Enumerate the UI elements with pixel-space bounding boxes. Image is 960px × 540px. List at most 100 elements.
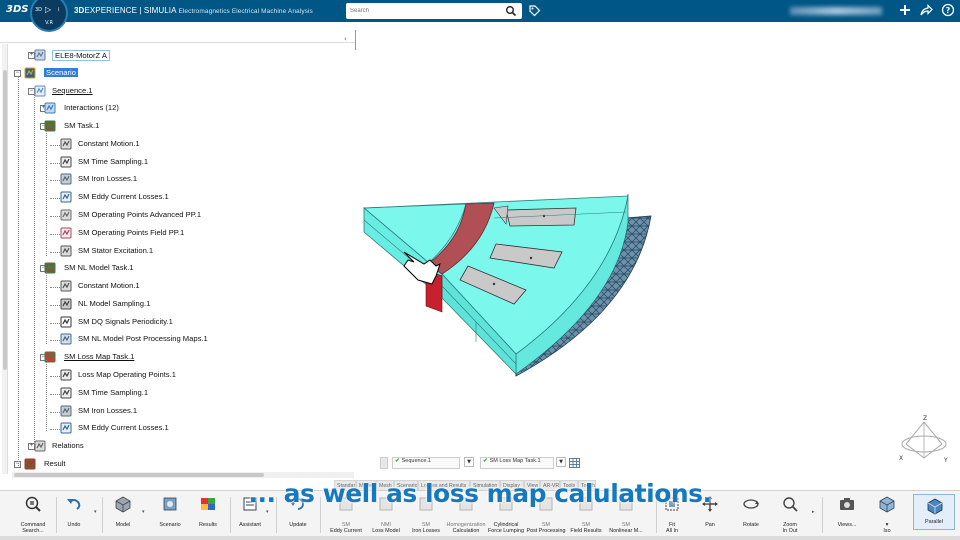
tree-node[interactable]: Constant Motion.1	[10, 138, 350, 152]
tree-node[interactable]: − Sequence.1	[10, 85, 350, 99]
share-icon[interactable]	[919, 3, 933, 17]
tree-node-label: SM Loss Map Task.1	[64, 352, 135, 362]
3d-viewport[interactable]	[356, 22, 960, 490]
tree-node[interactable]: SM DQ Signals Periodicity.1	[10, 316, 350, 330]
check-icon: ✔	[483, 458, 488, 464]
tree-node[interactable]: − SM Task.1	[10, 120, 350, 134]
svg-text:?: ?	[946, 6, 951, 15]
compass-widget[interactable]: 3D ▷ i V.R	[30, 0, 68, 32]
compass-y-label: Y	[943, 457, 948, 464]
view-compass-icon[interactable]: Z X Y	[894, 412, 954, 468]
tree-node[interactable]: Constant Motion.1	[10, 280, 350, 294]
tree-node-label: Scenario	[44, 67, 78, 77]
tree-node[interactable]: SM Eddy Current Losses.1	[10, 422, 350, 436]
tree-node[interactable]: SM Operating Points Advanced PP.1	[10, 209, 350, 223]
analysis-tool-label-2: Eddy Current	[330, 528, 362, 534]
compass-x-label: X	[899, 455, 903, 462]
search-box[interactable]	[346, 3, 522, 19]
tree-node[interactable]: − Result	[10, 458, 350, 472]
tree-node[interactable]: − Scenario	[10, 67, 350, 81]
user-name-blurred	[790, 7, 882, 15]
tree-vertical-scroll-thumb[interactable]	[3, 70, 7, 370]
tree-node-label: SM Task.1	[64, 121, 100, 131]
title-sep: |	[137, 6, 144, 15]
analysis-tool-label-2: Field Results	[570, 528, 602, 534]
rotate-label: Rotate	[743, 522, 759, 528]
tree-node[interactable]: SM Iron Losses.1	[10, 173, 350, 187]
title-prefix: 3D	[74, 6, 85, 15]
tree-node-label: SM Iron Losses.1	[78, 405, 138, 415]
analysis-tool-label-2: Post Processing	[526, 528, 566, 534]
tree-node[interactable]: − SM Loss Map Task.1	[10, 351, 350, 365]
motion-icon	[60, 280, 72, 292]
operating-points-icon	[60, 209, 72, 221]
title-experience: EXPERIENCE	[84, 6, 138, 15]
compass-3d-label: 3D	[35, 7, 43, 13]
collapse-panel-icon[interactable]: ‹	[344, 35, 347, 43]
motion-icon	[60, 138, 72, 150]
tree-node-label: Constant Motion.1	[78, 138, 140, 148]
sequence-dropdown-icon[interactable]: ▼	[464, 457, 474, 467]
top-bar: 3DS 3DEXPERIENCE | SIMULIA Electromagnet…	[0, 0, 960, 22]
tree-node[interactable]: SM Stator Excitation.1	[10, 245, 350, 259]
iron-losses-icon	[60, 173, 72, 185]
interactions-icon	[44, 102, 56, 114]
tree-node[interactable]: SM Time Sampling.1	[10, 156, 350, 170]
results-label: Results	[199, 522, 217, 528]
sequence-selector[interactable]: ✔ Sequence.1	[392, 457, 460, 469]
tree-node[interactable]: + Relations	[10, 440, 350, 454]
tree-connector	[46, 272, 47, 344]
model-dropdown-icon[interactable]: ▾	[142, 509, 145, 515]
tree-connector	[18, 76, 19, 466]
nl-sampling-icon	[60, 298, 72, 310]
assistant-dropdown-icon[interactable]: ▾	[266, 509, 269, 515]
search-input[interactable]	[350, 5, 500, 17]
plus-icon[interactable]	[898, 3, 912, 17]
help-icon[interactable]: ?	[941, 3, 955, 17]
analysis-tool-label-2: Nonlinear M...	[609, 528, 643, 534]
tree-horizontal-scroll-thumb[interactable]	[14, 473, 264, 477]
bottom-scrollbar[interactable]	[0, 536, 960, 540]
relations-icon	[34, 440, 46, 452]
tree-node[interactable]: + ELE8-MotorZ A	[10, 49, 350, 63]
ds-logo[interactable]: 3DS	[6, 4, 28, 15]
search-icon[interactable]	[505, 5, 517, 17]
tree-node[interactable]: SM NL Model Post Processing Maps.1	[10, 333, 350, 347]
table-icon[interactable]	[569, 458, 580, 468]
fit-label-2: All In	[666, 528, 678, 534]
undo-dropdown-icon[interactable]: ▾	[94, 509, 97, 515]
tag-icon[interactable]	[528, 4, 541, 17]
tree-node-label: Constant Motion.1	[78, 281, 140, 291]
eddy-current-icon	[60, 422, 72, 434]
tree-node-label: Sequence.1	[52, 85, 93, 95]
tree-node[interactable]: SM Time Sampling.1	[10, 387, 350, 401]
task-selector[interactable]: ✔ SM Loss Map Task.1	[480, 457, 554, 469]
app-window: 3DS 3DEXPERIENCE | SIMULIA Electromagnet…	[0, 0, 960, 540]
tree-node[interactable]: SM Iron Losses.1	[10, 405, 350, 419]
task-dropdown-icon[interactable]: ▼	[556, 457, 566, 467]
iron-losses-icon	[60, 405, 72, 417]
more-arrow-icon[interactable]: ▸	[812, 509, 815, 515]
tree-connector	[34, 94, 35, 446]
tree-node[interactable]: Loss Map Operating Points.1	[10, 369, 350, 383]
tree-node[interactable]: + Interactions (12)	[10, 102, 350, 116]
sequence-pin[interactable]	[380, 457, 388, 469]
tree-node-label: ELE8-MotorZ A	[52, 50, 110, 61]
command-search-label-2: Search...	[22, 528, 44, 534]
task-name: SM Loss Map Task.1	[489, 458, 541, 464]
tree-node-label: Loss Map Operating Points.1	[78, 370, 176, 380]
tree-node-label: SM Iron Losses.1	[78, 174, 138, 184]
compass-version: V.R	[45, 20, 53, 26]
tree-node[interactable]: − SM NL Model Task.1	[10, 262, 350, 276]
sampling-icon	[60, 156, 72, 168]
tree-node-label: SM DQ Signals Periodicity.1	[78, 316, 173, 326]
tree-connector	[46, 130, 47, 256]
part-icon	[34, 49, 46, 61]
tree-node[interactable]: NL Model Sampling.1	[10, 298, 350, 312]
assistant-label: Assistant	[239, 522, 261, 528]
motor-model[interactable]	[356, 22, 960, 490]
eddy-current-icon	[60, 191, 72, 203]
tree-node[interactable]: SM Operating Points Field PP.1	[10, 227, 350, 241]
tree-node-label: Relations	[52, 441, 84, 451]
tree-node[interactable]: SM Eddy Current Losses.1	[10, 191, 350, 205]
